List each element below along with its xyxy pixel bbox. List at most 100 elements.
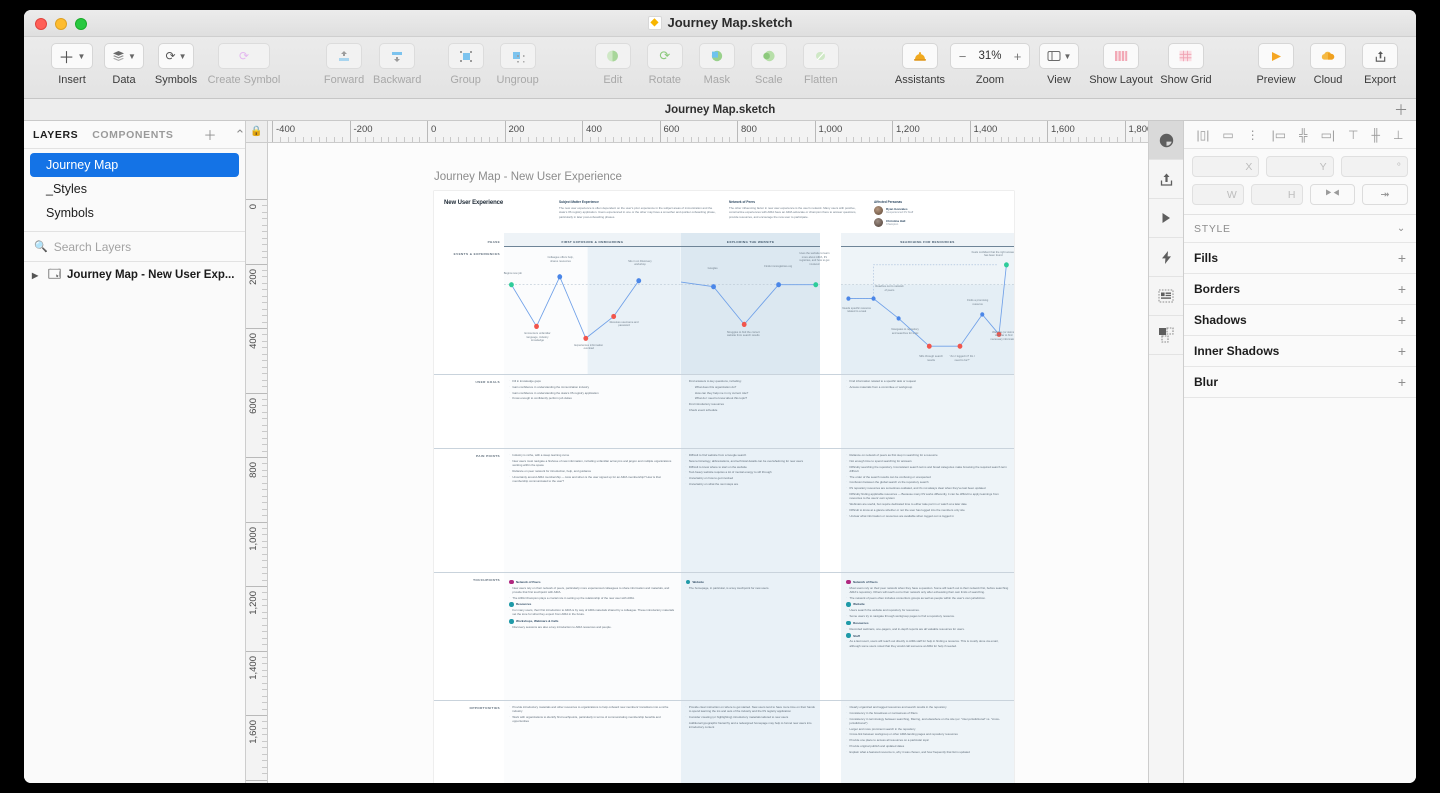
preview-button[interactable] — [1258, 43, 1295, 69]
horizontal-ruler[interactable]: 🔒 -400 -200 0 200 400 600 800 1,000 1,200 1,400 1,… — [246, 121, 1148, 143]
add-fill-icon[interactable]: + — [1398, 250, 1406, 266]
symbols-button[interactable]: ⟳ ▼ — [157, 43, 195, 69]
ruler-tick-minor — [791, 137, 793, 142]
align-center-vertical-icon[interactable]: ╫ — [1371, 128, 1380, 142]
ruler-tick-minor — [262, 547, 267, 549]
page-item-journey-map[interactable]: Journey Map — [30, 153, 239, 177]
height-field[interactable]: H — [1250, 184, 1303, 205]
page-item-styles[interactable]: _Styles — [30, 177, 239, 201]
tab-components[interactable]: COMPONENTS — [92, 129, 173, 141]
add-blur-icon[interactable]: + — [1398, 374, 1406, 390]
ruler-tick-minor — [442, 137, 444, 142]
components-icon[interactable] — [1149, 277, 1183, 316]
geometry-fields: X Y ° W H ⯈⯇ ⯮ — [1184, 149, 1416, 215]
y-field[interactable]: Y — [1266, 156, 1334, 177]
align-middle-icon[interactable]: ╬ — [1299, 128, 1308, 142]
disclosure-triangle-icon[interactable]: ▶ — [32, 271, 42, 280]
ruler-tick-major: 800 — [737, 121, 757, 142]
lock-icon[interactable]: 🔒 — [246, 121, 268, 142]
ruler-tick-minor — [303, 137, 304, 142]
rotation-field[interactable]: ° — [1340, 156, 1408, 177]
artboard[interactable]: New User Experience Subject Matter Exper… — [434, 191, 1014, 783]
horizontal-ruler-track[interactable]: -400 -200 0 200 400 600 800 1,000 1,200 1,400 1,60… — [268, 121, 1148, 142]
style-row-shadows[interactable]: Shadows + — [1184, 305, 1416, 336]
chevron-down-icon[interactable]: ⌄ — [1397, 223, 1406, 234]
style-row-borders[interactable]: Borders + — [1184, 274, 1416, 305]
toolbar-symbols[interactable]: ⟳ ▼ Symbols — [150, 43, 202, 86]
toolbar-preview[interactable]: Preview — [1250, 43, 1302, 86]
toolbar-export[interactable]: Export — [1354, 43, 1406, 86]
ruler-tick-minor — [262, 566, 267, 568]
scale-button — [750, 43, 787, 69]
page-item-symbols[interactable]: Symbols — [30, 201, 239, 225]
tab-layers[interactable]: LAYERS — [33, 129, 78, 141]
zoom-out-button[interactable]: − — [957, 49, 968, 64]
document-tab[interactable]: Journey Map.sketch — [54, 104, 1386, 116]
event-node-label: Googles — [707, 267, 718, 271]
search-layers-row[interactable]: 🔍 — [24, 232, 245, 262]
bullet: · The network of peers often includes con… — [846, 595, 986, 600]
view-button[interactable]: ▼ — [1038, 43, 1080, 69]
ruler-tick-minor — [434, 137, 436, 142]
search-input[interactable] — [53, 239, 235, 254]
export-icon[interactable] — [1149, 160, 1183, 199]
data-button[interactable]: ▼ — [104, 43, 144, 69]
canvas[interactable]: Journey Map - New User Experience New Us… — [268, 143, 1148, 783]
show-layout-button[interactable] — [1102, 43, 1139, 69]
align-end-icon[interactable]: ▭| — [1321, 128, 1335, 142]
assistants-button[interactable] — [901, 43, 938, 69]
width-field[interactable]: W — [1192, 184, 1244, 205]
flip-vertical-icon[interactable]: ⯮ — [1362, 184, 1408, 205]
show-grid-button[interactable] — [1167, 43, 1204, 69]
inspector-icon[interactable] — [1149, 121, 1183, 160]
toolbar-show-layout[interactable]: Show Layout — [1088, 43, 1154, 86]
vertical-ruler[interactable]: 02004006008001,0001,2001,4001,6001,8002,… — [246, 143, 268, 783]
add-shadow-icon[interactable]: + — [1398, 312, 1406, 328]
pain-points-col-3: · Reliance on network of peers as first s… — [841, 449, 1014, 572]
flip-horizontal-icon[interactable]: ⯈⯇ — [1309, 184, 1356, 205]
align-left-icon[interactable]: |▯| — [1196, 128, 1209, 142]
ruler-tick-minor — [372, 137, 374, 142]
toolbar-data[interactable]: ▼ Data — [98, 43, 150, 86]
export-button[interactable] — [1362, 43, 1399, 69]
touchpoint-heading: Website — [846, 602, 1009, 607]
add-page-icon[interactable]: ＋ — [202, 125, 219, 144]
intro-heading: Subject Matter Experience — [559, 200, 599, 204]
overrides-icon[interactable] — [1149, 316, 1183, 355]
align-top-icon[interactable]: ⊤ — [1348, 128, 1358, 142]
add-inner-shadow-icon[interactable]: + — [1398, 343, 1406, 359]
new-tab-button[interactable]: ＋ — [1386, 100, 1416, 120]
zoom-stepper[interactable]: − 31% + — [949, 43, 1030, 69]
style-row-fills[interactable]: Fills + — [1184, 243, 1416, 274]
toolbar-cloud[interactable]: Cloud — [1302, 43, 1354, 86]
insert-button[interactable]: ＋ ▼ — [50, 43, 94, 69]
toolbar-show-grid[interactable]: Show Grid — [1154, 43, 1218, 86]
distribute-icon[interactable]: ⋮ — [1247, 128, 1259, 142]
align-center-horizontal-icon[interactable]: ▭ — [1222, 128, 1233, 142]
cloud-icon — [1321, 51, 1335, 60]
add-border-icon[interactable]: + — [1398, 281, 1406, 297]
style-section-header[interactable]: STYLE ⌄ — [1184, 215, 1416, 243]
ruler-tick-minor — [899, 137, 901, 142]
ruler-tick-minor — [279, 137, 281, 142]
preview-play-icon — [1272, 51, 1282, 61]
x-field[interactable]: X — [1192, 156, 1260, 177]
toolbar-zoom[interactable]: − 31% + Zoom — [949, 43, 1030, 86]
artboard-title[interactable]: Journey Map - New User Experience — [434, 171, 622, 183]
zoom-in-button[interactable]: + — [1012, 49, 1023, 64]
style-row-blur[interactable]: Blur + — [1184, 367, 1416, 398]
style-row-inner-shadows[interactable]: Inner Shadows + — [1184, 336, 1416, 367]
style-row-label: Shadows — [1194, 313, 1247, 327]
align-bottom-icon[interactable]: ⊥ — [1393, 128, 1403, 142]
toolbar-assistants[interactable]: Assistants — [890, 43, 950, 86]
smart-animate-icon[interactable] — [1149, 238, 1183, 277]
cloud-button[interactable] — [1310, 43, 1347, 69]
document-tab-bar: Journey Map.sketch ＋ — [24, 99, 1416, 121]
bullet: · Find introductory resources — [685, 402, 724, 407]
ruler-tick-major: 1,600 — [246, 715, 267, 744]
layer-row-artboard[interactable]: ▶ 🗔 Journey Map - New User Exp... — [24, 262, 245, 288]
align-start-icon[interactable]: |▭ — [1272, 128, 1286, 142]
toolbar-view[interactable]: ▼ View — [1030, 43, 1088, 86]
toolbar-insert[interactable]: ＋ ▼ Insert — [46, 43, 98, 86]
prototype-play-icon[interactable] — [1149, 199, 1183, 238]
